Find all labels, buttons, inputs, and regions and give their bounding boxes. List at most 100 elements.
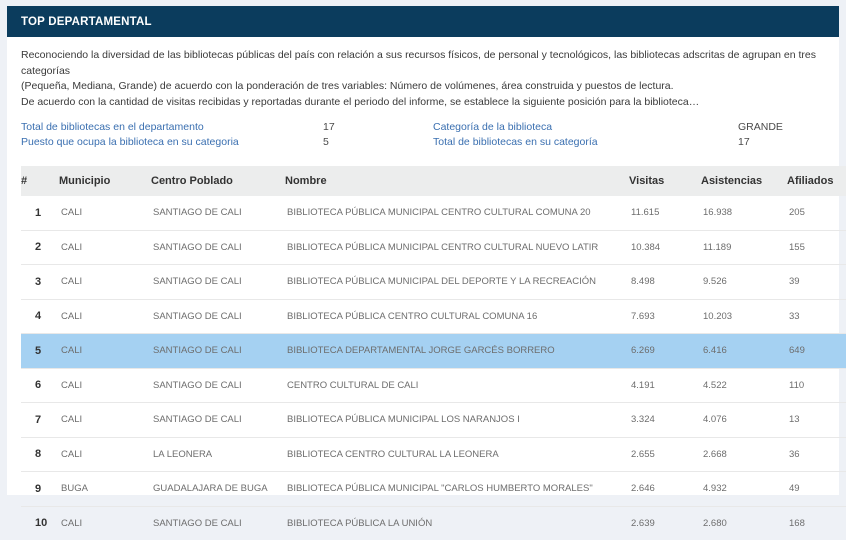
cell-nombre: BIBLIOTECA PÚBLICA MUNICIPAL DEL DEPORTE…: [285, 264, 629, 300]
column-header-centro-poblado[interactable]: Centro Poblado: [151, 166, 285, 196]
cell-afiliados: 168: [789, 517, 805, 529]
cell-centro-poblado: SANTIAGO DE CALI: [151, 264, 285, 300]
cell-visitas: 10.384: [629, 230, 701, 265]
stat-total-bibliotecas-departamento: Total de bibliotecas en el departamento …: [21, 121, 423, 136]
cell-rank: 7: [21, 402, 59, 438]
cell-centro-poblado: SANTIAGO DE CALI: [151, 299, 285, 334]
description-line-2: (Pequeña, Mediana, Grande) de acuerdo co…: [21, 80, 674, 92]
table-header-row: # Municipio Centro Poblado Nombre Visita…: [21, 166, 846, 196]
cell-asistencias: 4.932: [701, 471, 787, 507]
cell-centro-poblado: SANTIAGO DE CALI: [153, 517, 242, 529]
cell-asistencias: 4.522: [701, 368, 787, 403]
column-header-asistencias[interactable]: Asistencias: [701, 166, 787, 196]
cell-municipio: CALI: [59, 368, 151, 403]
cell-asistencias: 16.938: [701, 196, 787, 231]
table-row[interactable]: 4 CALI SANTIAGO DE CALI BIBLIOTECA PÚBLICA …: [21, 299, 846, 334]
cell-municipio: CALI: [59, 196, 151, 231]
cell-asistencias: 10.203: [701, 299, 787, 334]
cell-asistencias: 2.668: [701, 437, 787, 472]
stat-value: 17: [738, 136, 750, 148]
stat-value: 5: [323, 136, 329, 148]
cell-asistencias: 2.680: [703, 517, 727, 529]
cell-afiliados: 649: [787, 333, 846, 369]
cell-visitas: 11.615: [629, 196, 701, 231]
stat-value: GRANDE: [738, 121, 783, 133]
table-row[interactable]: 6 CALI SANTIAGO DE CALI CENTRO CULTURAL DE …: [21, 368, 846, 403]
summary-stats-left-column: Total de bibliotecas en el departamento …: [21, 121, 423, 151]
cell-afiliados: 39: [787, 264, 846, 300]
cell-asistencias: 4.076: [701, 402, 787, 438]
report-panel: TOP DEPARTAMENTAL Reconociendo la divers…: [7, 6, 846, 529]
cell-nombre: BIBLIOTECA PÚBLICA LA UNIÓN: [287, 517, 433, 529]
cell-visitas: 2.646: [629, 471, 701, 507]
stat-total-bibliotecas-categoria: Total de bibliotecas en su categoría 17: [433, 136, 825, 151]
stat-value: 17: [323, 121, 335, 133]
column-header-nombre[interactable]: Nombre: [285, 166, 629, 196]
column-header-visitas[interactable]: Visitas: [629, 166, 701, 196]
column-header-municipio[interactable]: Municipio: [59, 166, 151, 196]
cell-nombre: BIBLIOTECA PÚBLICA CENTRO CULTURAL COMUN…: [285, 299, 629, 334]
cell-nombre: BIBLIOTECA PÚBLICA MUNICIPAL CENTRO CULT…: [285, 196, 629, 231]
cell-asistencias: 9.526: [701, 264, 787, 300]
cell-visitas: 6.269: [629, 333, 701, 369]
cell-municipio: CALI: [59, 333, 151, 369]
description-line-1: Reconociendo la diversidad de las biblio…: [21, 49, 816, 77]
column-header-afiliados[interactable]: Afiliados: [787, 166, 846, 196]
table-row[interactable]: 3 CALI SANTIAGO DE CALI BIBLIOTECA PÚBLICA …: [21, 264, 846, 300]
cell-centro-poblado: SANTIAGO DE CALI: [151, 196, 285, 231]
cell-nombre: BIBLIOTECA DEPARTAMENTAL JORGE GARCÉS BO…: [285, 333, 629, 369]
panel-header: TOP DEPARTAMENTAL: [7, 6, 839, 37]
cell-rank: 3: [21, 264, 59, 300]
cell-rank: 5: [21, 333, 59, 369]
cell-centro-poblado: SANTIAGO DE CALI: [151, 230, 285, 265]
table-body: 1 CALI SANTIAGO DE CALI BIBLIOTECA PÚBLICA …: [21, 196, 846, 540]
cell-nombre: BIBLIOTECA CENTRO CULTURAL LA LEONERA: [285, 437, 629, 472]
summary-stats-right-column: Categoría de la biblioteca GRANDE Total …: [423, 121, 825, 151]
table-header: # Municipio Centro Poblado Nombre Visita…: [21, 166, 846, 196]
table-row[interactable]: 1 CALI SANTIAGO DE CALI BIBLIOTECA PÚBLICA …: [21, 196, 846, 231]
cell-municipio: CALI: [61, 517, 83, 529]
top-departamental-table-wrapper: # Municipio Centro Poblado Nombre Visita…: [21, 166, 846, 540]
cell-afiliados: 110: [787, 368, 846, 403]
cell-afiliados: 36: [787, 437, 846, 472]
cell-nombre: BIBLIOTECA PÚBLICA MUNICIPAL CENTRO CULT…: [285, 230, 629, 265]
table-row[interactable]: 2 CALI SANTIAGO DE CALI BIBLIOTECA PÚBLICA …: [21, 230, 846, 265]
table-row[interactable]: 10 CALI SANTIAGO DE CALI BIBLIOTECA PÚBLICA…: [21, 506, 846, 540]
top-departamental-table: # Municipio Centro Poblado Nombre Visita…: [21, 166, 846, 540]
cell-centro-poblado: LA LEONERA: [151, 437, 285, 472]
cell-municipio: CALI: [59, 264, 151, 300]
stat-puesto-biblioteca-categoria: Puesto que ocupa la biblioteca en su cat…: [21, 136, 423, 151]
cell-afiliados: 49: [787, 471, 846, 507]
summary-stats: Total de bibliotecas en el departamento …: [21, 121, 825, 151]
cell-rank: 10: [35, 517, 48, 530]
table-row[interactable]: 7 CALI SANTIAGO DE CALI BIBLIOTECA PÚBLICA …: [21, 402, 846, 438]
cell-nombre: CENTRO CULTURAL DE CALI: [285, 368, 629, 403]
cell-centro-poblado: SANTIAGO DE CALI: [151, 368, 285, 403]
stat-label: Total de bibliotecas en el departamento: [21, 121, 204, 133]
cell-afiliados: 33: [787, 299, 846, 334]
table-row[interactable]: 5 CALI SANTIAGO DE CALI BIBLIOTECA DEPARTAM…: [21, 333, 846, 369]
cell-centro-poblado: GUADALAJARA DE BUGA: [151, 471, 285, 507]
cell-visitas: 4.191: [629, 368, 701, 403]
column-header-rank[interactable]: #: [21, 166, 59, 196]
cell-visitas: 3.324: [629, 402, 701, 438]
description-line-3: De acuerdo con la cantidad de visitas re…: [21, 95, 700, 108]
cell-visitas: 2.655: [629, 437, 701, 472]
cell-municipio: CALI: [59, 437, 151, 472]
cell-nombre: BIBLIOTECA PÚBLICA MUNICIPAL LOS NARANJO…: [285, 402, 629, 438]
cell-afiliados: 155: [787, 230, 846, 265]
cell-centro-poblado: SANTIAGO DE CALI: [151, 402, 285, 438]
cell-visitas: 7.693: [629, 299, 701, 334]
cell-municipio: CALI: [59, 230, 151, 265]
cell-rank: 6: [21, 368, 59, 403]
stat-label: Puesto que ocupa la biblioteca en su cat…: [21, 136, 239, 148]
cell-rank: 9: [21, 471, 59, 507]
description-block: Reconociendo la diversidad de las biblio…: [21, 48, 825, 110]
cell-rank: 1: [21, 196, 59, 231]
cell-visitas: 8.498: [629, 264, 701, 300]
cell-nombre: BIBLIOTECA PÚBLICA MUNICIPAL "CARLOS HUM…: [285, 471, 629, 507]
cell-municipio: BUGA: [59, 471, 151, 507]
table-row[interactable]: 9 BUGA GUADALAJARA DE BUGA BIBLIOTECA PÚBLI…: [21, 471, 846, 507]
cell-centro-poblado: SANTIAGO DE CALI: [151, 333, 285, 369]
table-row[interactable]: 8 CALI LA LEONERA BIBLIOTECA CENTRO CULTURA…: [21, 437, 846, 472]
